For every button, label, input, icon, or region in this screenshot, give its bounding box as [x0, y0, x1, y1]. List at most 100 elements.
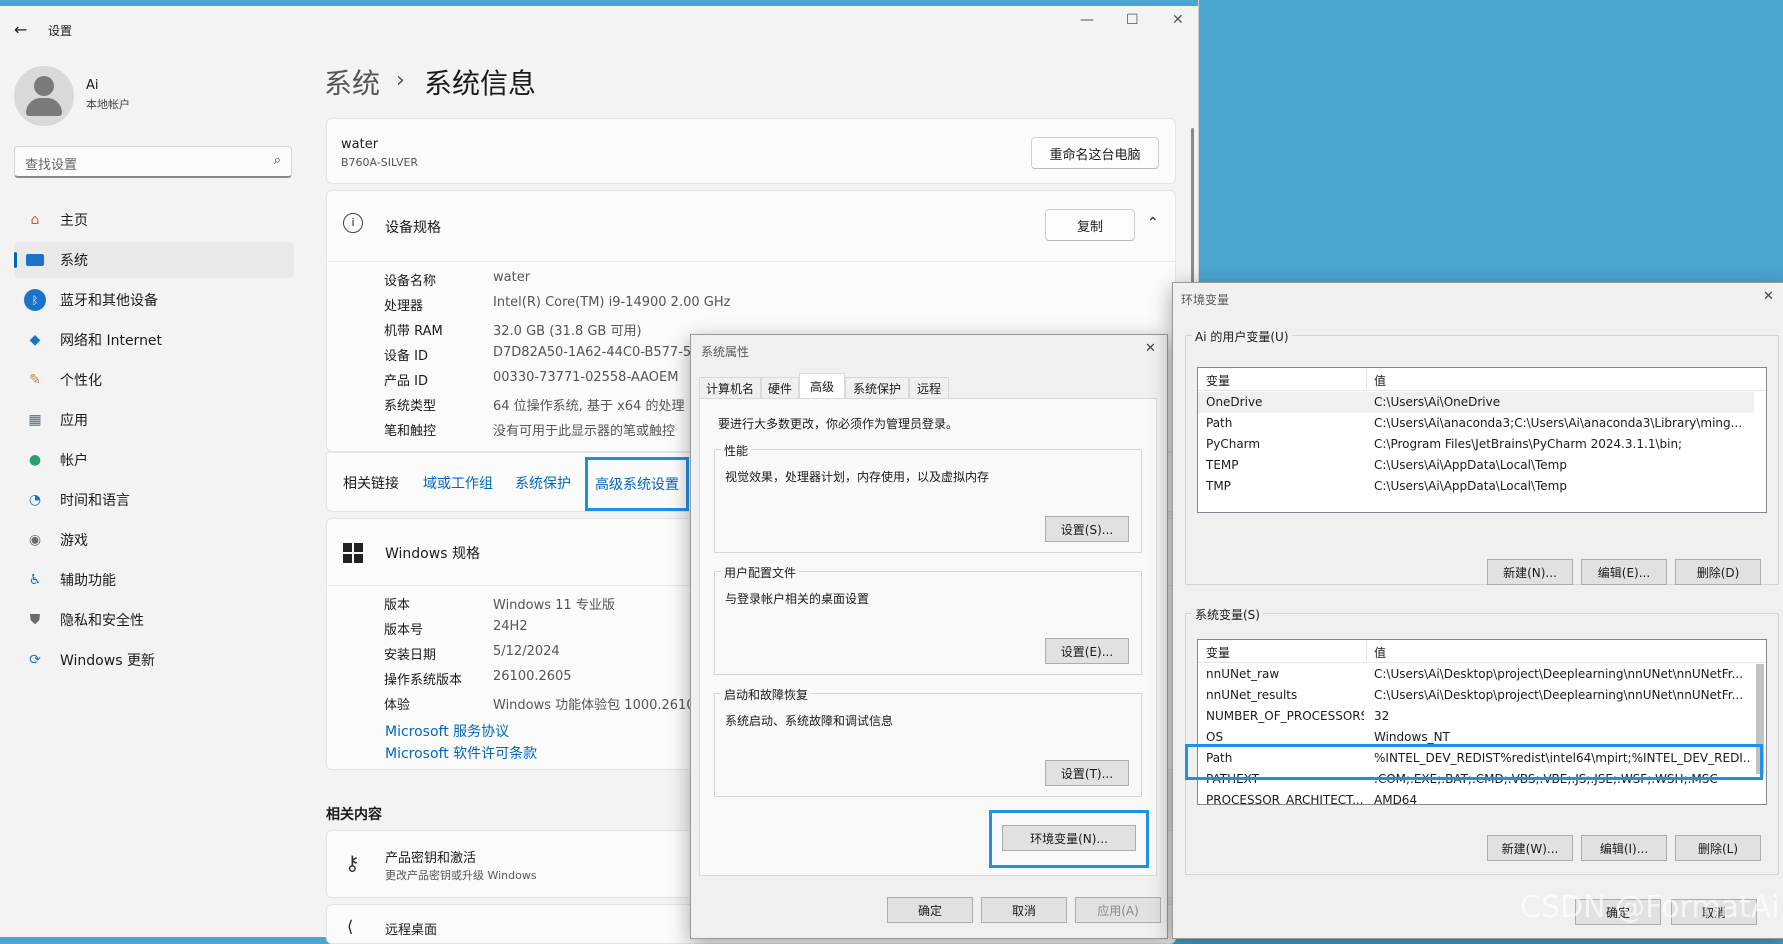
spec-row: 安装日期 5/12/2024 — [384, 644, 684, 669]
system-edit-button[interactable]: 编辑(I)... — [1581, 835, 1667, 861]
nav-label: 系统 — [60, 253, 88, 269]
nav-item-accessibility[interactable]: ♿ 辅助功能 — [14, 562, 294, 598]
tab-advanced[interactable]: 高级 — [799, 373, 845, 399]
nav-item-bluetooth[interactable]: ᛒ 蓝牙和其他设备 — [14, 282, 294, 318]
ok-button[interactable]: 确定 — [887, 897, 973, 923]
home-icon: ⌂ — [30, 212, 40, 228]
nav-item-privacy[interactable]: ⛊ 隐私和安全性 — [14, 602, 294, 638]
link-domain-workgroup[interactable]: 域或工作组 — [423, 473, 493, 493]
spec-value: 5/12/2024 — [493, 644, 560, 659]
spec-row: 机带 RAM 32.0 GB (31.8 GB 可用) — [384, 320, 684, 345]
var-value: C:\Users\Ai\Desktop\project\Deeplearning… — [1374, 667, 1744, 681]
spec-row: 版本 Windows 11 专业版 — [384, 594, 684, 619]
table-row[interactable]: TEMP C:\Users\Ai\AppData\Local\Temp — [1198, 455, 1754, 476]
user-delete-button[interactable]: 删除(D) — [1675, 559, 1761, 585]
system-new-button[interactable]: 新建(W)... — [1487, 835, 1573, 861]
system-vars-list[interactable]: 变量 值 nnUNet_raw C:\Users\Ai\Desktop\proje… — [1197, 639, 1767, 805]
breadcrumb-parent[interactable]: 系统 — [324, 62, 380, 102]
copy-button[interactable]: 复制 — [1045, 209, 1135, 241]
spec-value: 没有可用于此显示器的笔或触控 — [493, 424, 676, 439]
table-row[interactable]: PyCharm C:\Program Files\JetBrains\PyChar… — [1198, 434, 1754, 455]
nav-item-time-language[interactable]: ◔ 时间和语言 — [14, 482, 294, 518]
spec-row: 体验 Windows 功能体验包 1000.26100 — [384, 694, 703, 719]
system-delete-button[interactable]: 删除(L) — [1675, 835, 1761, 861]
product-key-title: 产品密钥和激活 — [385, 851, 477, 866]
apply-button[interactable]: 应用(A) — [1075, 897, 1161, 923]
breadcrumb-separator: › — [396, 68, 405, 93]
list-header: 变量 值 — [1198, 368, 1766, 391]
table-row[interactable]: TMP C:\Users\Ai\AppData\Local\Temp — [1198, 476, 1754, 497]
close-icon[interactable]: ✕ — [1172, 12, 1184, 28]
table-row[interactable]: NUMBER_OF_PROCESSORS 32 — [1198, 706, 1754, 727]
search-icon: ⌕ — [273, 153, 281, 168]
tab-hardware[interactable]: 硬件 — [761, 377, 799, 399]
table-row[interactable]: nnUNet_raw C:\Users\Ai\Desktop\project\De… — [1198, 664, 1754, 685]
maximize-icon[interactable]: ☐ — [1126, 12, 1139, 28]
user-profiles-settings-button[interactable]: 设置(E)... — [1045, 638, 1129, 664]
minimize-icon[interactable]: — — [1080, 12, 1094, 28]
nav-item-system[interactable]: 系统 — [14, 242, 294, 278]
table-row[interactable]: nnUNet_results C:\Users\Ai\Desktop\projec… — [1198, 685, 1754, 706]
user-new-button[interactable]: 新建(N)... — [1487, 559, 1573, 585]
link-system-protection[interactable]: 系统保护 — [515, 473, 571, 493]
spec-value: 24H2 — [493, 619, 528, 634]
monitor-icon — [24, 249, 46, 271]
nav-item-home[interactable]: ⌂ 主页 — [14, 202, 294, 238]
search-placeholder: 查找设置 — [25, 158, 78, 173]
related-content-title: 相关内容 — [326, 807, 382, 823]
nav-item-personalization[interactable]: ✎ 个性化 — [14, 362, 294, 398]
active-indicator — [14, 252, 17, 268]
nav-item-gaming[interactable]: ◉ 游戏 — [14, 522, 294, 558]
performance-settings-button[interactable]: 设置(S)... — [1045, 516, 1129, 542]
link-advanced-system-settings[interactable]: 高级系统设置 — [585, 457, 689, 511]
brush-icon: ✎ — [29, 372, 41, 388]
dialog-title: 环境变量 — [1181, 293, 1230, 307]
group-label: 系统变量(S) — [1192, 606, 1263, 623]
link-ms-license-terms[interactable]: Microsoft 软件许可条款 — [385, 743, 537, 763]
tab-remote[interactable]: 远程 — [909, 377, 949, 399]
var-name: PyCharm — [1206, 437, 1261, 451]
nav-item-apps[interactable]: ▦ 应用 — [14, 402, 294, 438]
nav-label: 蓝牙和其他设备 — [60, 293, 158, 309]
group-label: Ai 的用户变量(U) — [1192, 328, 1292, 345]
startup-recovery-settings-button[interactable]: 设置(T)... — [1045, 760, 1129, 786]
nav-item-accounts[interactable]: ● 帐户 — [14, 442, 294, 478]
spec-key: 版本号 — [384, 623, 424, 638]
close-icon[interactable]: ✕ — [1145, 341, 1156, 356]
table-row[interactable]: PROCESSOR_ARCHITECT... AMD64 — [1198, 790, 1754, 804]
rename-pc-button[interactable]: 重命名这台电脑 — [1031, 137, 1159, 169]
remote-desktop-icon: ⟨ — [347, 917, 354, 936]
table-row[interactable]: Path C:\Users\Ai\anaconda3;C:\Users\Ai\an… — [1198, 413, 1754, 434]
tab-computer-name[interactable]: 计算机名 — [699, 377, 761, 399]
tab-system-protection[interactable]: 系统保护 — [845, 377, 909, 399]
page-title: 系统信息 — [424, 67, 537, 100]
group-desc: 系统启动、系统故障和调试信息 — [725, 714, 894, 728]
nav-item-windows-update[interactable]: ⟳ Windows 更新 — [14, 642, 294, 678]
user-vars-list[interactable]: 变量 值 OneDrive C:\Users\Ai\OneDrive Path C:\… — [1197, 367, 1767, 513]
var-name: Path — [1206, 416, 1233, 430]
cancel-button[interactable]: 取消 — [981, 897, 1067, 923]
device-specs-header[interactable]: i 设备规格 复制 ⌃ — [327, 191, 1175, 262]
user-profiles-group: 用户配置文件 与登录帐户相关的桌面设置 设置(E)... — [714, 564, 1142, 675]
chevron-up-icon[interactable]: ⌃ — [1147, 215, 1159, 231]
user-edit-button[interactable]: 编辑(E)... — [1581, 559, 1667, 585]
search-input[interactable]: 查找设置 ⌕ — [14, 146, 292, 178]
close-icon[interactable]: ✕ — [1763, 289, 1774, 304]
var-value: C:\Users\Ai\anaconda3;C:\Users\Ai\anacon… — [1374, 416, 1743, 430]
path-row-highlight — [1185, 744, 1763, 780]
spec-row: 版本号 24H2 — [384, 619, 684, 644]
environment-variables-dialog: 环境变量 ✕ Ai 的用户变量(U) 变量 值 OneDrive C:\Users… — [1172, 282, 1783, 939]
link-ms-services-agreement[interactable]: Microsoft 服务协议 — [385, 721, 509, 741]
device-specs-title: 设备规格 — [385, 220, 441, 236]
col-var-header: 变量 — [1206, 374, 1231, 388]
watermark: CSDN @FormatAi — [1520, 890, 1780, 925]
table-row[interactable]: OneDrive C:\Users\Ai\OneDrive — [1198, 392, 1754, 413]
list-header: 变量 值 — [1198, 640, 1766, 663]
back-arrow-icon[interactable]: ← — [14, 20, 27, 39]
environment-variables-button[interactable]: 环境变量(N)... — [1002, 825, 1136, 851]
device-name: water — [341, 137, 379, 152]
windows-specs-title: Windows 规格 — [385, 546, 480, 562]
device-name-card: water B760A-SILVER 重命名这台电脑 — [326, 118, 1176, 184]
nav-item-network[interactable]: ◆ 网络和 Internet — [14, 322, 294, 358]
spec-key: 机带 RAM — [384, 324, 443, 339]
